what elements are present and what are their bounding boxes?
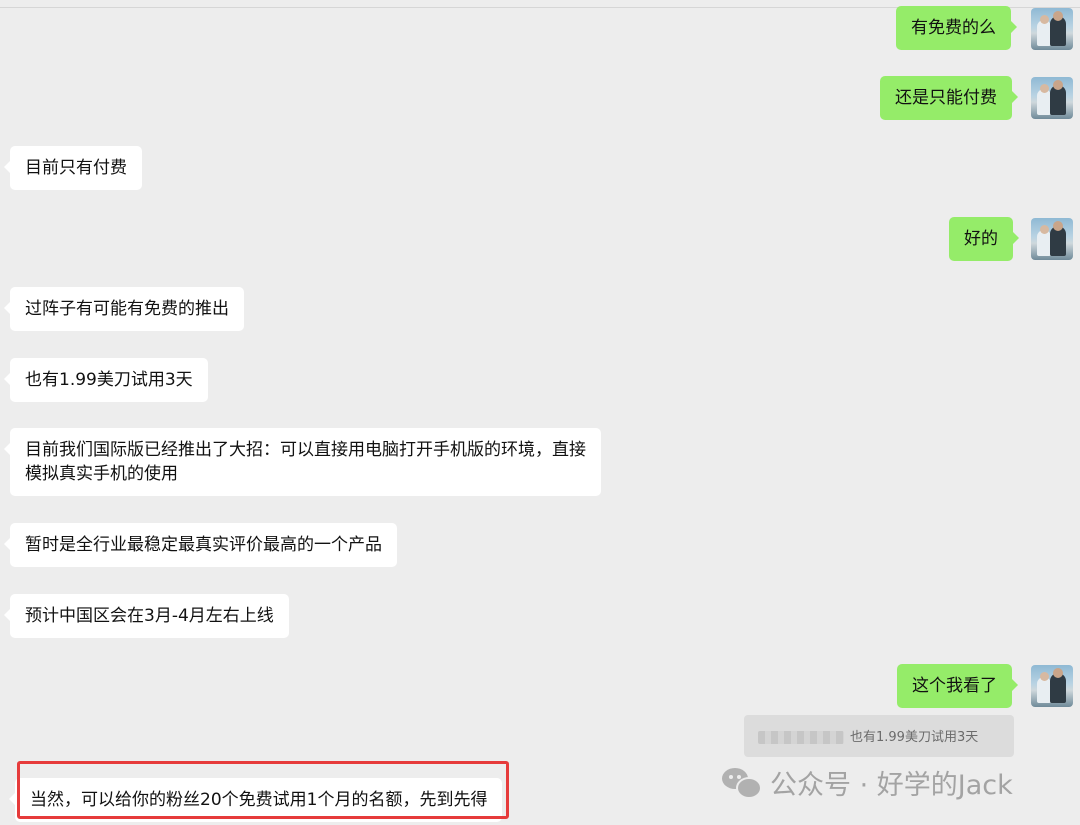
message-bubble-outgoing[interactable]: 这个我看了 [897,664,1018,708]
message-bubble-incoming[interactable]: 也有1.99美刀试用3天 [4,358,208,402]
message-text: 还是只能付费 [895,88,997,108]
message-bubble-incoming[interactable]: 暂时是全行业最稳定最真实评价最高的一个产品 [4,523,397,567]
highlight-box [17,761,509,819]
message-bubble-incoming[interactable]: 过阵子有可能有免费的推出 [4,287,244,331]
blurred-sender-name [758,731,844,744]
message-bubble-outgoing[interactable]: 还是只能付费 [880,76,1018,120]
message-text: 目前只有付费 [25,158,127,178]
message-text: 过阵子有可能有免费的推出 [25,299,229,319]
user-avatar[interactable] [1031,665,1073,707]
message-text: 有免费的么 [911,18,996,38]
watermark: 公众号 · 好学的Jack [722,762,1013,802]
user-avatar[interactable] [1031,218,1073,260]
user-avatar[interactable] [1031,8,1073,50]
watermark-text: 公众号 · 好学的Jack [770,769,1013,801]
message-bubble-incoming[interactable]: 预计中国区会在3月-4月左右上线 [4,594,289,638]
message-bubble-incoming[interactable]: 目前只有付费 [4,146,142,190]
message-text: 这个我看了 [912,676,997,696]
message-text-line-2: 模拟真实手机的使用 [25,464,178,484]
message-bubble-outgoing[interactable]: 有免费的么 [896,6,1017,50]
message-text: 好的 [964,229,998,249]
wechat-icon [722,766,762,799]
message-text: 预计中国区会在3月-4月左右上线 [25,606,274,626]
quoted-message[interactable]: 也有1.99美刀试用3天 [744,715,1014,757]
message-bubble-outgoing[interactable]: 好的 [949,217,1019,261]
user-avatar[interactable] [1031,77,1073,119]
message-bubble-incoming[interactable]: 目前我们国际版已经推出了大招：可以直接用电脑打开手机版的环境，直接 模拟真实手机… [4,428,601,496]
message-text: 也有1.99美刀试用3天 [25,370,193,390]
message-text: 暂时是全行业最稳定最真实评价最高的一个产品 [25,535,382,555]
message-text-line-1: 目前我们国际版已经推出了大招：可以直接用电脑打开手机版的环境，直接 [25,440,586,460]
quoted-message-text: 也有1.99美刀试用3天 [850,730,979,745]
